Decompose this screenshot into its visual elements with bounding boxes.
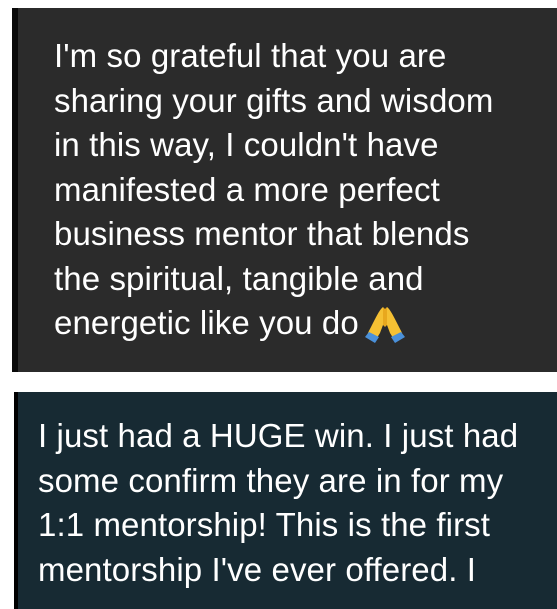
message-bubble-1: I'm so grateful that you are sharing you… bbox=[12, 8, 557, 372]
message-line: business mentor that blends bbox=[54, 215, 470, 252]
message-line: 1:1 mentorship! This is the first bbox=[38, 506, 491, 543]
message-line-last: energetic like you do bbox=[54, 301, 543, 346]
message-line: the spiritual, tangible and bbox=[54, 259, 424, 297]
folded-hands-icon bbox=[364, 307, 405, 343]
message-line: I'm so grateful that you are bbox=[54, 37, 447, 74]
message-line: manifested a more perfect bbox=[54, 170, 440, 208]
message-line: some confirm they are in for my bbox=[38, 461, 504, 499]
message-bubble-2: I just had a HUGE win. I just had some c… bbox=[14, 392, 557, 609]
message-line: I just had a HUGE win. I just had bbox=[38, 417, 519, 454]
message-line: in this way, I couldn't have bbox=[54, 126, 439, 163]
message-line: sharing your gifts and wisdom bbox=[54, 81, 494, 119]
message-line: mentorship I've ever offered. I bbox=[38, 550, 477, 588]
message-line-text: energetic like you do bbox=[54, 304, 359, 341]
